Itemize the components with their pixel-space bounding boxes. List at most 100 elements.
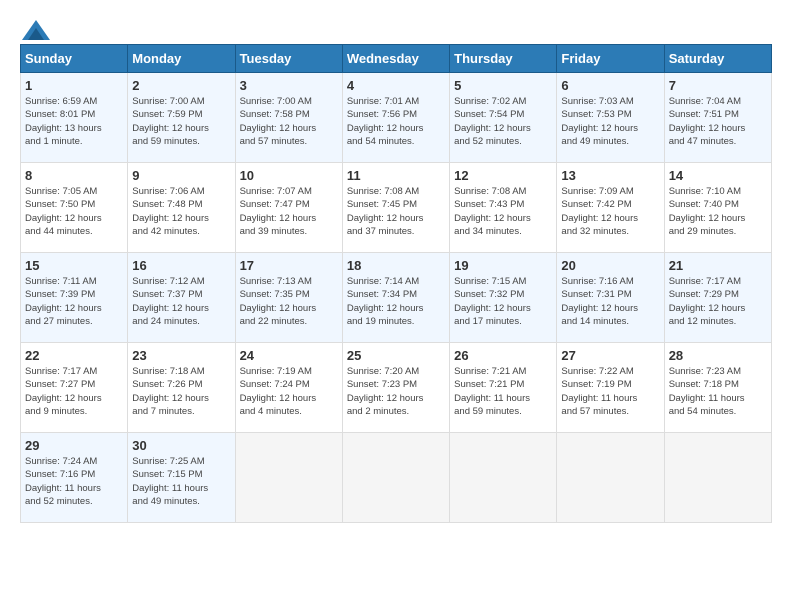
- day-info: Sunrise: 7:08 AM Sunset: 7:45 PM Dayligh…: [347, 185, 445, 238]
- day-info: Sunrise: 7:13 AM Sunset: 7:35 PM Dayligh…: [240, 275, 338, 328]
- day-header-friday: Friday: [557, 45, 664, 73]
- calendar-cell: 14 Sunrise: 7:10 AM Sunset: 7:40 PM Dayli…: [664, 163, 771, 253]
- day-info: Sunrise: 7:06 AM Sunset: 7:48 PM Dayligh…: [132, 185, 230, 238]
- calendar-cell: 22 Sunrise: 7:17 AM Sunset: 7:27 PM Dayli…: [21, 343, 128, 433]
- day-info: Sunrise: 7:16 AM Sunset: 7:31 PM Dayligh…: [561, 275, 659, 328]
- day-header-thursday: Thursday: [450, 45, 557, 73]
- day-info: Sunrise: 7:03 AM Sunset: 7:53 PM Dayligh…: [561, 95, 659, 148]
- calendar-cell: 1 Sunrise: 6:59 AM Sunset: 8:01 PM Daylig…: [21, 73, 128, 163]
- day-info: Sunrise: 7:00 AM Sunset: 7:58 PM Dayligh…: [240, 95, 338, 148]
- day-number: 30: [132, 438, 230, 453]
- day-info: Sunrise: 7:00 AM Sunset: 7:59 PM Dayligh…: [132, 95, 230, 148]
- calendar-table: SundayMondayTuesdayWednesdayThursdayFrid…: [20, 44, 772, 523]
- day-number: 22: [25, 348, 123, 363]
- calendar-cell: 30 Sunrise: 7:25 AM Sunset: 7:15 PM Dayli…: [128, 433, 235, 523]
- day-number: 19: [454, 258, 552, 273]
- day-number: 3: [240, 78, 338, 93]
- calendar-cell: 6 Sunrise: 7:03 AM Sunset: 7:53 PM Daylig…: [557, 73, 664, 163]
- day-info: Sunrise: 7:18 AM Sunset: 7:26 PM Dayligh…: [132, 365, 230, 418]
- calendar-cell: 9 Sunrise: 7:06 AM Sunset: 7:48 PM Daylig…: [128, 163, 235, 253]
- day-number: 23: [132, 348, 230, 363]
- day-header-monday: Monday: [128, 45, 235, 73]
- calendar-cell: 7 Sunrise: 7:04 AM Sunset: 7:51 PM Daylig…: [664, 73, 771, 163]
- day-info: Sunrise: 7:12 AM Sunset: 7:37 PM Dayligh…: [132, 275, 230, 328]
- calendar-cell: 27 Sunrise: 7:22 AM Sunset: 7:19 PM Dayli…: [557, 343, 664, 433]
- day-info: Sunrise: 7:19 AM Sunset: 7:24 PM Dayligh…: [240, 365, 338, 418]
- day-info: Sunrise: 7:08 AM Sunset: 7:43 PM Dayligh…: [454, 185, 552, 238]
- day-number: 21: [669, 258, 767, 273]
- day-info: Sunrise: 7:14 AM Sunset: 7:34 PM Dayligh…: [347, 275, 445, 328]
- calendar-cell: 12 Sunrise: 7:08 AM Sunset: 7:43 PM Dayli…: [450, 163, 557, 253]
- day-number: 18: [347, 258, 445, 273]
- day-number: 15: [25, 258, 123, 273]
- calendar-cell: 2Sunrise: 7:00 AM Sunset: 7:59 PM Daylig…: [128, 73, 235, 163]
- logo: [20, 20, 50, 34]
- day-info: Sunrise: 7:05 AM Sunset: 7:50 PM Dayligh…: [25, 185, 123, 238]
- day-number: 17: [240, 258, 338, 273]
- day-info: Sunrise: 7:20 AM Sunset: 7:23 PM Dayligh…: [347, 365, 445, 418]
- day-header-sunday: Sunday: [21, 45, 128, 73]
- day-info: Sunrise: 7:17 AM Sunset: 7:29 PM Dayligh…: [669, 275, 767, 328]
- calendar-cell: 3 Sunrise: 7:00 AM Sunset: 7:58 PM Daylig…: [235, 73, 342, 163]
- day-number: 12: [454, 168, 552, 183]
- day-number: 16: [132, 258, 230, 273]
- calendar-cell: [557, 433, 664, 523]
- calendar-cell: 10 Sunrise: 7:07 AM Sunset: 7:47 PM Dayli…: [235, 163, 342, 253]
- calendar-cell: 21 Sunrise: 7:17 AM Sunset: 7:29 PM Dayli…: [664, 253, 771, 343]
- day-number: 11: [347, 168, 445, 183]
- day-info: Sunrise: 7:17 AM Sunset: 7:27 PM Dayligh…: [25, 365, 123, 418]
- day-info: Sunrise: 7:21 AM Sunset: 7:21 PM Dayligh…: [454, 365, 552, 418]
- day-info: Sunrise: 7:02 AM Sunset: 7:54 PM Dayligh…: [454, 95, 552, 148]
- day-number: 20: [561, 258, 659, 273]
- calendar-cell: 18 Sunrise: 7:14 AM Sunset: 7:34 PM Dayli…: [342, 253, 449, 343]
- day-info: Sunrise: 7:11 AM Sunset: 7:39 PM Dayligh…: [25, 275, 123, 328]
- day-number: 27: [561, 348, 659, 363]
- day-info: Sunrise: 7:01 AM Sunset: 7:56 PM Dayligh…: [347, 95, 445, 148]
- day-number: 8: [25, 168, 123, 183]
- day-info: Sunrise: 7:23 AM Sunset: 7:18 PM Dayligh…: [669, 365, 767, 418]
- day-number: 5: [454, 78, 552, 93]
- calendar-cell: 11 Sunrise: 7:08 AM Sunset: 7:45 PM Dayli…: [342, 163, 449, 253]
- day-info: Sunrise: 7:04 AM Sunset: 7:51 PM Dayligh…: [669, 95, 767, 148]
- day-info: Sunrise: 6:59 AM Sunset: 8:01 PM Dayligh…: [25, 95, 123, 148]
- calendar-cell: 8 Sunrise: 7:05 AM Sunset: 7:50 PM Daylig…: [21, 163, 128, 253]
- day-number: 28: [669, 348, 767, 363]
- day-info: Sunrise: 7:07 AM Sunset: 7:47 PM Dayligh…: [240, 185, 338, 238]
- day-number: 4: [347, 78, 445, 93]
- day-header-tuesday: Tuesday: [235, 45, 342, 73]
- calendar-cell: 16 Sunrise: 7:12 AM Sunset: 7:37 PM Dayli…: [128, 253, 235, 343]
- day-number: 7: [669, 78, 767, 93]
- calendar-cell: 29 Sunrise: 7:24 AM Sunset: 7:16 PM Dayli…: [21, 433, 128, 523]
- day-number: 29: [25, 438, 123, 453]
- calendar-cell: 5 Sunrise: 7:02 AM Sunset: 7:54 PM Daylig…: [450, 73, 557, 163]
- day-number: 6: [561, 78, 659, 93]
- day-number: 9: [132, 168, 230, 183]
- day-info: Sunrise: 7:22 AM Sunset: 7:19 PM Dayligh…: [561, 365, 659, 418]
- day-number: 10: [240, 168, 338, 183]
- day-info: Sunrise: 7:15 AM Sunset: 7:32 PM Dayligh…: [454, 275, 552, 328]
- day-info: Sunrise: 7:10 AM Sunset: 7:40 PM Dayligh…: [669, 185, 767, 238]
- calendar-cell: 17 Sunrise: 7:13 AM Sunset: 7:35 PM Dayli…: [235, 253, 342, 343]
- calendar-cell: 4 Sunrise: 7:01 AM Sunset: 7:56 PM Daylig…: [342, 73, 449, 163]
- calendar-cell: [450, 433, 557, 523]
- day-info: Sunrise: 7:25 AM Sunset: 7:15 PM Dayligh…: [132, 455, 230, 508]
- calendar-cell: 28 Sunrise: 7:23 AM Sunset: 7:18 PM Dayli…: [664, 343, 771, 433]
- calendar-cell: 15 Sunrise: 7:11 AM Sunset: 7:39 PM Dayli…: [21, 253, 128, 343]
- calendar-cell: 13 Sunrise: 7:09 AM Sunset: 7:42 PM Dayli…: [557, 163, 664, 253]
- logo-icon: [22, 20, 50, 40]
- calendar-cell: 25 Sunrise: 7:20 AM Sunset: 7:23 PM Dayli…: [342, 343, 449, 433]
- day-header-saturday: Saturday: [664, 45, 771, 73]
- calendar-cell: 23 Sunrise: 7:18 AM Sunset: 7:26 PM Dayli…: [128, 343, 235, 433]
- day-number: 24: [240, 348, 338, 363]
- day-number: 25: [347, 348, 445, 363]
- calendar-cell: [342, 433, 449, 523]
- day-info: Sunrise: 7:24 AM Sunset: 7:16 PM Dayligh…: [25, 455, 123, 508]
- day-number: 13: [561, 168, 659, 183]
- day-number: 26: [454, 348, 552, 363]
- day-number: 1: [25, 78, 123, 93]
- calendar-cell: [664, 433, 771, 523]
- calendar-cell: 20 Sunrise: 7:16 AM Sunset: 7:31 PM Dayli…: [557, 253, 664, 343]
- calendar-cell: 19 Sunrise: 7:15 AM Sunset: 7:32 PM Dayli…: [450, 253, 557, 343]
- day-number: 14: [669, 168, 767, 183]
- day-info: Sunrise: 7:09 AM Sunset: 7:42 PM Dayligh…: [561, 185, 659, 238]
